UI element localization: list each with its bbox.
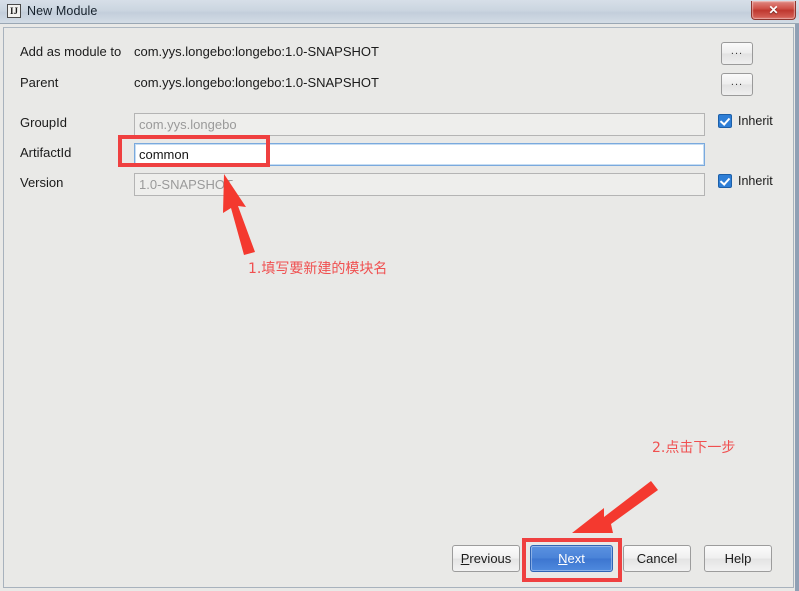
next-button-label: Next <box>558 551 585 566</box>
annotation-text-step2: 2.点击下一步 <box>652 440 736 456</box>
close-icon: ✕ <box>768 3 779 17</box>
label-version: Version <box>20 175 64 190</box>
inherit-label-version: Inherit <box>738 174 773 188</box>
checkmark-icon <box>718 114 732 128</box>
inherit-label-groupid: Inherit <box>738 114 773 128</box>
window-right-edge <box>795 24 799 591</box>
checkmark-icon <box>718 174 732 188</box>
label-artifactid: ArtifactId <box>20 145 72 160</box>
intellij-idea-icon: IJ <box>7 4 21 18</box>
artifactid-input[interactable] <box>134 143 705 166</box>
version-input[interactable] <box>134 173 705 196</box>
browse-button-add-as-module-to[interactable]: ... <box>721 42 753 65</box>
row-version: Version Inherit <box>0 173 799 199</box>
previous-button-label: Previous <box>460 551 512 566</box>
row-add-as-module-to: Add as module to com.yys.longebo:longebo… <box>0 42 799 68</box>
label-parent: Parent <box>20 75 59 90</box>
next-button[interactable]: Next <box>530 545 613 572</box>
window-title: New Module <box>27 4 98 18</box>
label-groupid: GroupId <box>20 115 67 130</box>
value-parent: com.yys.longebo:longebo:1.0-SNAPSHOT <box>134 75 379 90</box>
content-border <box>3 27 794 588</box>
inherit-checkbox-version[interactable]: Inherit <box>718 174 773 188</box>
dialog-content: Add as module to com.yys.longebo:longebo… <box>0 24 799 591</box>
groupid-input[interactable] <box>134 113 705 136</box>
row-artifactid: ArtifactId <box>0 143 799 169</box>
title-bar: IJ New Module ✕ <box>0 0 799 24</box>
value-add-as-module-to: com.yys.longebo:longebo:1.0-SNAPSHOT <box>134 44 379 59</box>
help-button[interactable]: Help <box>704 545 772 572</box>
browse-button-parent[interactable]: ... <box>721 73 753 96</box>
row-groupid: GroupId Inherit <box>0 113 799 139</box>
previous-button[interactable]: Previous <box>452 545 520 572</box>
inherit-checkbox-groupid[interactable]: Inherit <box>718 114 773 128</box>
close-button[interactable]: ✕ <box>751 1 796 20</box>
annotation-text-step1: 1.填写要新建的模块名 <box>248 261 388 277</box>
new-module-dialog: IJ New Module ✕ Add as module to com.yys… <box>0 0 799 591</box>
cancel-button[interactable]: Cancel <box>623 545 691 572</box>
row-parent: Parent com.yys.longebo:longebo:1.0-SNAPS… <box>0 73 799 99</box>
label-add-as-module-to: Add as module to <box>20 44 122 59</box>
